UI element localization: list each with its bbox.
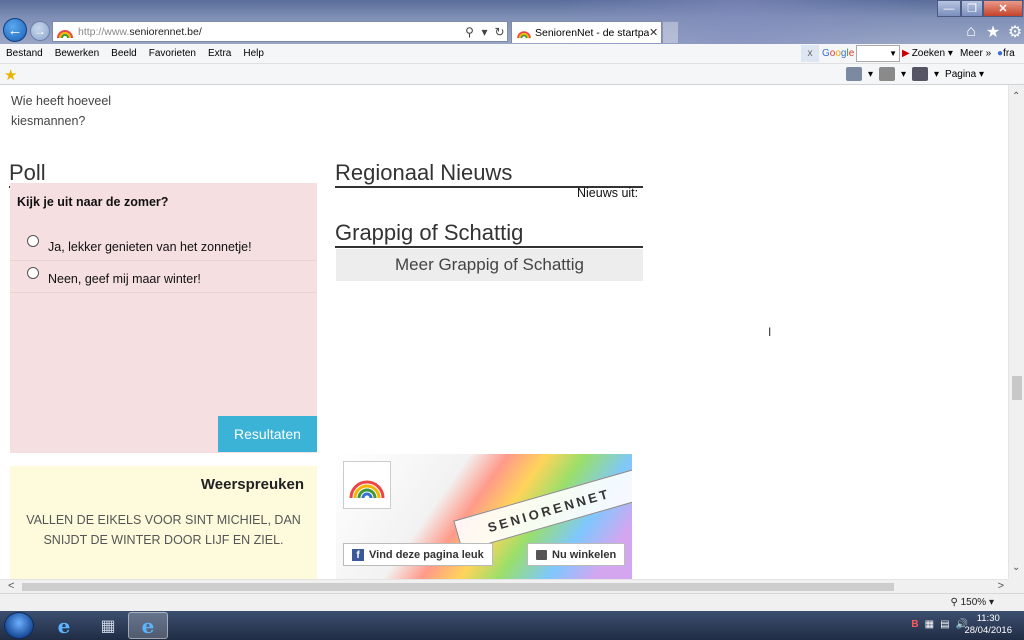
windows-taskbar: e ▦ e B ▦ ▤ 🔊 11:30 28/04/2016 (0, 611, 1024, 640)
weather-sayings-box: Weerspreuken VALLEN DE EIKELS VOOR SINT … (10, 466, 317, 579)
page-thumbnail[interactable] (343, 461, 391, 509)
menu-bestand[interactable]: Bestand (0, 48, 49, 59)
add-favorites-icon[interactable]: ★ (4, 66, 17, 84)
file-explorer-icon[interactable]: ▦ (88, 612, 128, 639)
weather-saying-text: VALLEN DE EIKELS VOOR SINT MICHIEL, DAN … (26, 513, 301, 547)
address-url[interactable]: http://www.seniorennet.be/ (78, 26, 462, 38)
browser-title-bar: ← → http://www.seniorennet.be/ ⚲ ▾ ↻ Sen… (0, 0, 1024, 44)
more-funny-button[interactable]: Meer Grappig of Schattig (336, 249, 643, 281)
rainbow-favicon-icon (57, 29, 73, 38)
radio-button[interactable] (27, 267, 39, 279)
feed-dropdown-icon[interactable]: ▾ (901, 69, 906, 80)
google-toolbar-close-button[interactable]: x (801, 45, 819, 62)
page-menu-button[interactable]: Pagina ▾ (945, 69, 984, 80)
menu-help[interactable]: Help (237, 48, 270, 59)
favorites-star-icon[interactable]: ★ (984, 23, 1002, 41)
horizontal-scrollbar[interactable]: < > (0, 579, 1008, 593)
command-bar: ★ ▾ ▾ ▾ Pagina ▾ (0, 64, 1024, 85)
new-tab-button[interactable] (662, 21, 679, 43)
like-page-button[interactable]: f Vind deze pagina leuk (343, 543, 493, 566)
zoeken-button[interactable]: ▶ Zoeken ▾ (902, 45, 953, 62)
results-button[interactable]: Resultaten (218, 416, 317, 452)
vertical-scroll-thumb[interactable] (1012, 376, 1022, 400)
internet-explorer-icon[interactable]: e (44, 612, 84, 639)
home-page-icon[interactable] (845, 67, 862, 81)
poll-box: Kijk je uit naar de zomer? (10, 183, 317, 453)
command-icons: ▾ ▾ ▾ Pagina ▾ (845, 67, 984, 81)
radio-button[interactable] (27, 235, 39, 247)
menu-extra[interactable]: Extra (202, 48, 237, 59)
poll-option[interactable]: Neen, geef mij maar winter! (10, 261, 317, 293)
zoom-icon: ⚲ (950, 597, 958, 608)
system-tray: B ▦ ▤ 🔊 (911, 619, 968, 630)
poll-option-label: Neen, geef mij maar winter! (48, 272, 201, 286)
dropdown-arrow-icon[interactable]: ▾ (477, 25, 492, 39)
text-cursor-icon: I (768, 325, 772, 339)
tab-title: SeniorenNet - de startpagin... (535, 26, 649, 39)
rainbow-tab-icon (517, 30, 531, 38)
poll-option-label: Ja, lekker genieten van het zonnetje! (48, 240, 252, 254)
rainbow-logo-icon (349, 480, 385, 499)
status-bar: ⚲ 150% ▾ (0, 593, 1024, 611)
windows-flag-icon[interactable]: ▦ (925, 619, 934, 630)
weather-sayings-title: Weerspreuken (200, 476, 304, 493)
scroll-up-icon[interactable]: ⌃ (1012, 91, 1020, 102)
minimize-button[interactable]: — (937, 0, 961, 17)
facebook-page-widget[interactable]: SENIORENNET f Vind deze pagina leuk Nu w… (336, 454, 632, 579)
facebook-icon: f (352, 548, 364, 561)
shop-now-button[interactable]: Nu winkelen (527, 543, 626, 566)
google-logo: Google (822, 48, 855, 59)
page-viewport: Wie heeft hoeveel kiesmannen? Poll Regio… (0, 85, 1008, 579)
print-dropdown-icon[interactable]: ▾ (934, 69, 939, 80)
letter-cubes-image: SENIORENNET (453, 468, 632, 552)
zoom-level[interactable]: ⚲ 150% ▾ (951, 597, 995, 608)
scroll-right-icon[interactable]: > (998, 580, 1004, 592)
forward-button[interactable]: → (30, 21, 50, 41)
google-search-input[interactable]: ▼ (856, 45, 900, 62)
forward-arrow-icon: → (34, 24, 46, 38)
news-from-label: Nieuws uit: (577, 186, 639, 200)
funny-title: Grappig of Schattig (335, 220, 643, 248)
vertical-scrollbar[interactable]: ⌃ ⌄ (1008, 85, 1024, 579)
horizontal-scroll-thumb[interactable] (22, 583, 894, 591)
menu-bewerken[interactable]: Bewerken (49, 48, 105, 59)
rss-feed-icon[interactable] (878, 67, 895, 81)
tab-seniorennet[interactable]: SeniorenNet - de startpagin... ✕ (511, 21, 662, 43)
printer-icon[interactable] (912, 67, 929, 81)
internet-explorer-active-icon[interactable]: e (128, 612, 168, 639)
poll-option[interactable]: Ja, lekker genieten van het zonnetje! (10, 229, 317, 261)
start-button[interactable] (4, 612, 34, 639)
scroll-down-icon[interactable]: ⌄ (1012, 562, 1020, 573)
address-bar[interactable]: http://www.seniorennet.be/ ⚲ ▾ ↻ (52, 21, 508, 42)
browser-tool-icons: ⌂ ★ ⚙ (962, 23, 1024, 41)
tray-app-icon[interactable]: B (911, 619, 918, 630)
youtube-icon: ▶ (902, 48, 910, 59)
scroll-left-icon[interactable]: < (8, 580, 14, 592)
network-icon[interactable]: ▤ (940, 619, 949, 630)
maximize-button[interactable]: ❐ (961, 0, 983, 17)
home-icon[interactable]: ⌂ (962, 23, 980, 41)
scrollbar-corner (1008, 579, 1024, 593)
menu-beeld[interactable]: Beeld (105, 48, 143, 59)
user-account[interactable]: ● fra (997, 45, 1015, 62)
home-dropdown-icon[interactable]: ▾ (868, 69, 873, 80)
regional-news-title: Regionaal Nieuws (335, 160, 643, 188)
menu-favorieten[interactable]: Favorieten (143, 48, 202, 59)
gear-icon[interactable]: ⚙ (1006, 23, 1024, 41)
poll-question: Kijk je uit naar de zomer? (17, 195, 169, 209)
tab-close-icon[interactable]: ✕ (649, 26, 661, 39)
shopping-bag-icon (536, 549, 547, 560)
close-window-button[interactable]: ✕ (983, 0, 1023, 17)
search-icon[interactable]: ⚲ (462, 25, 477, 39)
meer-button[interactable]: Meer » (960, 45, 991, 62)
intro-text[interactable]: Wie heeft hoeveel kiesmannen? (11, 91, 111, 131)
back-arrow-icon: ← (7, 21, 23, 39)
refresh-icon[interactable]: ↻ (492, 25, 507, 39)
clock[interactable]: 11:30 28/04/2016 (964, 613, 1012, 637)
back-button[interactable]: ← (3, 18, 27, 42)
